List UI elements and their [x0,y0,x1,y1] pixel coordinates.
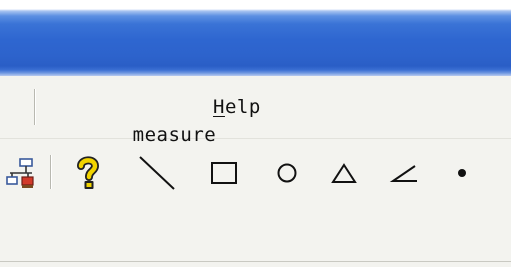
network-diagram-button[interactable] [4,153,38,193]
angle-tool-icon [388,160,420,186]
rectangle-tool-button[interactable] [204,153,244,193]
drawing-toolbar [0,139,511,209]
angle-tool-button[interactable] [384,153,424,193]
menu-help-mnemonic: H [213,96,225,118]
rectangle-tool-icon [209,160,239,186]
menu-measure[interactable]: measure [61,93,216,146]
menu-help[interactable]: Help [213,93,261,121]
point-tool-button[interactable] [448,153,476,193]
line-tool-button[interactable] [131,153,183,193]
network-diagram-icon [6,156,36,190]
triangle-tool-icon [330,161,358,185]
toolbar-separator [50,155,51,189]
circle-tool-button[interactable] [267,153,307,193]
panel-divider [0,261,511,262]
help-pointer-icon [73,155,103,191]
line-tool-icon [134,153,180,193]
point-tool-icon [456,167,468,179]
title-bar [0,0,511,76]
app-chrome: measure Help [0,76,511,267]
triangle-tool-button[interactable] [324,153,364,193]
menu-bar: measure Help [0,76,511,146]
help-pointer-button[interactable] [68,153,108,193]
menu-separator [34,89,35,125]
menu-help-label-rest: elp [224,96,261,118]
circle-tool-icon [275,161,299,185]
